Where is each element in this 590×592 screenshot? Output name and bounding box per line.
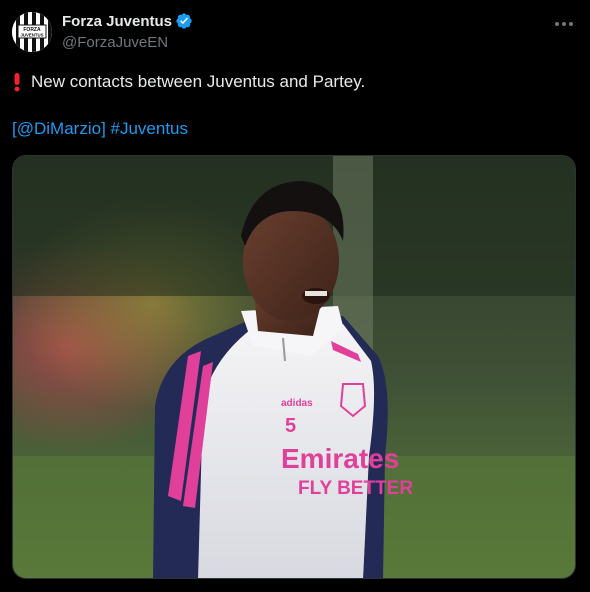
author-info[interactable]: Forza Juventus @ForzaJuveEN: [62, 12, 193, 51]
mention-link[interactable]: @DiMarzio: [17, 119, 101, 138]
author-name[interactable]: Forza Juventus: [62, 12, 193, 30]
tweet-card[interactable]: FORZA JUVENTUS Forza Juventus @ForzaJuve…: [0, 0, 590, 592]
exclamation-icon: [12, 72, 22, 92]
avatar[interactable]: FORZA JUVENTUS: [12, 12, 52, 52]
shirt-slogan: FLY BETTER: [298, 478, 413, 499]
tweet-media-photo[interactable]: adidas 5 Emirates FLY BETTER: [12, 155, 576, 579]
brand-label: adidas: [281, 398, 313, 409]
shirt-number: 5: [285, 415, 296, 437]
verified-badge-icon: [175, 12, 193, 30]
hashtag-link[interactable]: #Juventus: [111, 119, 189, 138]
author-display-name[interactable]: Forza Juventus: [62, 13, 172, 30]
tweet-line1-text: New contacts between Juventus and Partey…: [31, 72, 366, 91]
tweet-text-line2: [@DiMarzio] #Juventus: [12, 118, 188, 140]
more-options-button[interactable]: [552, 12, 576, 36]
player-photo: adidas 5 Emirates FLY BETTER: [13, 156, 575, 578]
bracket-close: ]: [101, 119, 111, 138]
svg-text:JUVENTUS: JUVENTUS: [21, 33, 44, 38]
more-icon: [555, 22, 573, 26]
tweet-text-line1: New contacts between Juventus and Partey…: [12, 71, 365, 93]
author-handle[interactable]: @ForzaJuveEN: [62, 34, 193, 51]
shirt-sponsor: Emirates: [281, 443, 399, 474]
juventus-logo-icon: FORZA JUVENTUS: [12, 12, 52, 52]
